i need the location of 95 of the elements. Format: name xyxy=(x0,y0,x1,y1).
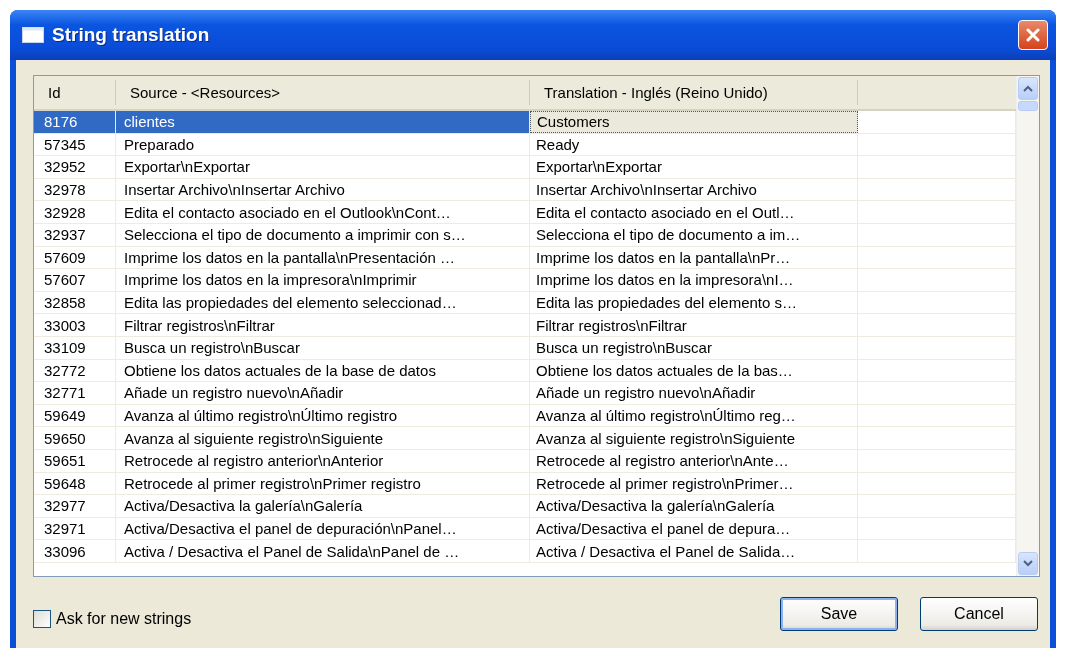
table-row[interactable]: 33003 Filtrar registros\nFiltrar Filtrar registros\nFiltrar xyxy=(34,314,1016,337)
table-cell: Exportar\nExportar xyxy=(116,156,530,178)
table-row[interactable]: 32978 Insertar Archivo\nInsertar Archivo Insertar Archivo\nInsertar Archivo xyxy=(34,178,1016,202)
scroll-thumb[interactable] xyxy=(1018,101,1038,111)
table-row[interactable]: 8176 clientes Customers xyxy=(34,111,1016,134)
table-cell: Añade un registro nuevo\nAñadir xyxy=(530,382,858,404)
table-cell: 33003 xyxy=(34,314,116,336)
table-row[interactable]: 32977 Activa/Desactiva la galería\nGalería Activa/Desactiva la galería\nGalería xyxy=(34,495,1016,518)
table-cell: Activa / Desactiva el Panel de Salida\nPanel de … xyxy=(116,540,530,562)
close-button[interactable] xyxy=(1018,20,1048,50)
table-cell: 57609 xyxy=(34,246,116,269)
translation-edit-field[interactable]: Customers xyxy=(530,111,858,133)
table-cell: Preparado xyxy=(116,133,530,156)
table-cell: Retrocede al primer registro\nPrimer… xyxy=(530,472,858,495)
table-row[interactable]: 32928 Edita el contacto asociado en el Outlook\nCont… Edita el contacto asociado en el Outl… xyxy=(34,201,1016,224)
table-cell: Retrocede al registro anterior\nAnterior xyxy=(116,449,530,472)
scroll-up-button[interactable] xyxy=(1018,77,1038,100)
table-cell: 59648 xyxy=(34,472,116,495)
table-row[interactable]: 33096 Activa / Desactiva el Panel de Salida\nPanel de … Activa / Desactiva el Panel de Salida… xyxy=(34,540,1016,563)
dialog-button[interactable]: Cancel xyxy=(920,597,1038,631)
table-cell: 59650 xyxy=(34,427,116,449)
dialog-button[interactable]: Save xyxy=(780,597,898,631)
column-header[interactable]: Id xyxy=(34,80,116,105)
table-cell: Filtrar registros\nFiltrar xyxy=(116,314,530,336)
table-row[interactable]: 57609 Imprime los datos en la pantalla\nPresentación … Imprime los datos en la pantalla\nPr… xyxy=(34,246,1016,270)
table-cell: 8176 xyxy=(34,111,116,133)
table-cell: 32977 xyxy=(34,495,116,517)
table-cell: Obtiene los datos actuales de la base de datos xyxy=(116,359,530,382)
table-cell: 32971 xyxy=(34,517,116,540)
table-cell: Imprime los datos en la pantalla\nPr… xyxy=(530,246,858,269)
table-row[interactable]: 32858 Edita las propiedades del elemento seleccionad… Edita las propiedades del elemento s… xyxy=(34,291,1016,315)
table-row[interactable]: 32772 Obtiene los datos actuales de la base de datos Obtiene los datos actuales de la bas… xyxy=(34,359,1016,383)
table-cell: Activa/Desactiva la galería\nGalería xyxy=(530,495,858,517)
table-cell: Activa / Desactiva el Panel de Salida… xyxy=(530,540,858,562)
table-cell: Imprime los datos en la pantalla\nPresentación … xyxy=(116,246,530,269)
table-cell: Retrocede al registro anterior\nAnte… xyxy=(530,449,858,472)
table-cell: 32928 xyxy=(34,201,116,223)
table-cell: Imprime los datos en la impresora\nI… xyxy=(530,269,858,291)
table-cell: Añade un registro nuevo\nAñadir xyxy=(116,382,530,404)
table-cell: Selecciona el tipo de documento a imprimir con s… xyxy=(116,223,530,246)
table-cell: Ready xyxy=(530,133,858,156)
table-cell: Exportar\nExportar xyxy=(530,156,858,178)
table-row[interactable]: 32771 Añade un registro nuevo\nAñadir Añade un registro nuevo\nAñadir xyxy=(34,382,1016,405)
column-header[interactable]: Source - <Resources> xyxy=(116,80,530,105)
table-row[interactable]: 33109 Busca un registro\nBuscar Busca un registro\nBuscar xyxy=(34,336,1016,360)
table-cell: Insertar Archivo\nInsertar Archivo xyxy=(116,178,530,201)
table-cell: 33096 xyxy=(34,540,116,562)
table-cell: Avanza al último registro\nÚltimo reg… xyxy=(530,404,858,427)
table-cell: Avanza al último registro\nÚltimo registro xyxy=(116,404,530,427)
table-cell: clientes xyxy=(116,111,530,133)
table-cell: Imprime los datos en la impresora\nImprimir xyxy=(116,269,530,291)
table-cell: Avanza al siguiente registro\nSiguiente xyxy=(530,427,858,449)
table-cell: 59651 xyxy=(34,449,116,472)
table-cell: 57345 xyxy=(34,133,116,156)
table-cell: Filtrar registros\nFiltrar xyxy=(530,314,858,336)
table-cell: Obtiene los datos actuales de la bas… xyxy=(530,359,858,382)
table-cell: 32771 xyxy=(34,382,116,404)
table-row[interactable]: 32937 Selecciona el tipo de documento a imprimir con s… Selecciona el tipo de documento a im… xyxy=(34,223,1016,247)
table-cell: Activa/Desactiva la galería\nGalería xyxy=(116,495,530,517)
table-cell: Retrocede al primer registro\nPrimer registro xyxy=(116,472,530,495)
table-row[interactable]: 59651 Retrocede al registro anterior\nAnterior Retrocede al registro anterior\nAnte… xyxy=(34,449,1016,473)
vertical-scrollbar[interactable] xyxy=(1016,76,1039,576)
table-cell: Edita las propiedades del elemento seleccionad… xyxy=(116,291,530,314)
table-cell: 33109 xyxy=(34,336,116,359)
table-cell: Busca un registro\nBuscar xyxy=(530,336,858,359)
table-cell: 32978 xyxy=(34,178,116,201)
table-row[interactable]: 59648 Retrocede al primer registro\nPrimer registro Retrocede al primer registro\nPrimer… xyxy=(34,472,1016,496)
table-row[interactable]: 59650 Avanza al siguiente registro\nSiguiente Avanza al siguiente registro\nSiguiente xyxy=(34,427,1016,450)
table-cell: 32858 xyxy=(34,291,116,314)
table-cell: Selecciona el tipo de documento a im… xyxy=(530,223,858,246)
column-header[interactable]: Translation - Inglés (Reino Unido) xyxy=(530,80,858,105)
table-cell: 59649 xyxy=(34,404,116,427)
table-cell: 32772 xyxy=(34,359,116,382)
window-icon xyxy=(22,27,44,43)
table-row[interactable]: 57607 Imprime los datos en la impresora\nImprimir Imprime los datos en la impresora\nI… xyxy=(34,269,1016,292)
table-cell: 57607 xyxy=(34,269,116,291)
table-row[interactable]: 32971 Activa/Desactiva el panel de depuración\nPanel… Activa/Desactiva el panel de depura… xyxy=(34,517,1016,541)
table-cell: Activa/Desactiva el panel de depura… xyxy=(530,517,858,540)
table-row[interactable]: 59649 Avanza al último registro\nÚltimo registro Avanza al último registro\nÚltimo reg… xyxy=(34,404,1016,428)
table-cell: Activa/Desactiva el panel de depuración\nPanel… xyxy=(116,517,530,540)
table-cell: 32937 xyxy=(34,223,116,246)
table-cell: Edita el contacto asociado en el Outlook\nCont… xyxy=(116,201,530,223)
checkbox-label: Ask for new strings xyxy=(56,610,192,628)
table-cell: Busca un registro\nBuscar xyxy=(116,336,530,359)
table-cell: 32952 xyxy=(34,156,116,178)
checkbox[interactable] xyxy=(33,610,51,628)
window-title: String translation xyxy=(52,24,211,46)
table-row[interactable]: 32952 Exportar\nExportar Exportar\nExportar xyxy=(34,156,1016,179)
table-cell: Avanza al siguiente registro\nSiguiente xyxy=(116,427,530,449)
table-cell: Edita las propiedades del elemento s… xyxy=(530,291,858,314)
close-icon xyxy=(1026,28,1040,42)
table-row[interactable]: 57345 Preparado Ready xyxy=(34,133,1016,157)
table-cell: Edita el contacto asociado en el Outl… xyxy=(530,201,858,223)
scroll-down-button[interactable] xyxy=(1018,552,1038,575)
table-cell: Insertar Archivo\nInsertar Archivo xyxy=(530,178,858,201)
